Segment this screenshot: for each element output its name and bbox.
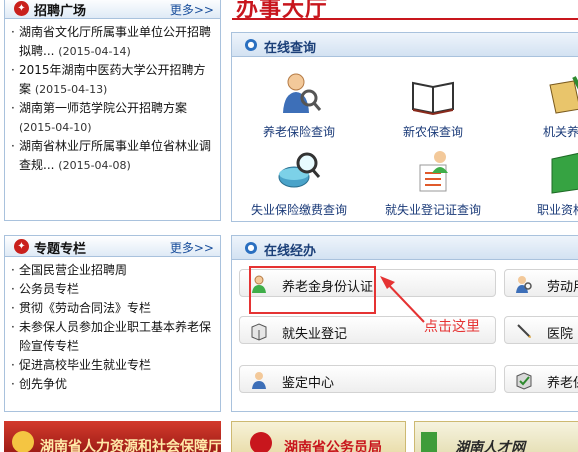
hrss-banner-text: 湖南省人力资源和社会保障厅 <box>40 439 221 452</box>
hrss-banner[interactable]: 湖南省人力资源和社会保障厅 <box>4 421 221 452</box>
civil-service-banner-text: 湖南省公务员局 <box>284 440 382 452</box>
pen-icon <box>514 321 534 341</box>
person-search-icon <box>514 274 534 294</box>
unemployment-fee-query-item[interactable]: 失业保险缴费查询 <box>234 149 364 218</box>
pension-service-button[interactable]: 养老保 <box>504 365 578 393</box>
special-header: ✦ 专题专栏 更多>> <box>5 236 220 257</box>
hospital-label: 医院 <box>547 327 574 342</box>
unemployment-fee-query-label: 失业保险缴费查询 <box>250 203 347 217</box>
online-query-header: ● 在线查询 <box>232 33 578 57</box>
recruit-box: ✦ 招聘广场 更多>> 湖南省文化厅所属事业单位公开招聘拟聘... (2015-… <box>4 0 221 221</box>
employment-registration-label: 就失业登记 <box>282 327 348 342</box>
recruit-header: ✦ 招聘广场 更多>> <box>5 0 220 19</box>
special-more-link[interactable]: 更多>> <box>170 239 214 256</box>
recruit-item[interactable]: 湖南省文化厅所属事业单位公开招聘拟聘... (2015-04-14) <box>11 23 216 61</box>
person-badge-icon <box>249 370 269 390</box>
pension-query-label: 养老保险查询 <box>262 125 335 139</box>
recruit-more-link[interactable]: 更多>> <box>170 1 214 18</box>
special-item[interactable]: 全国民营企业招聘周 <box>11 261 216 280</box>
arrow-icon <box>380 276 425 323</box>
labor-label: 劳动用 <box>547 280 578 295</box>
pension-service-label: 养老保 <box>547 376 578 391</box>
recruit-item[interactable]: 湖南第一师范学院公开招聘方案 (2015-04-10) <box>11 99 216 137</box>
recruit-title: 招聘广场 <box>34 4 87 19</box>
rural-pension-query-label: 新农保查询 <box>402 125 463 139</box>
qualification-query-item[interactable]: 职业资格证 <box>502 149 578 218</box>
online-service-header-icon: ● <box>245 242 257 254</box>
header-divider <box>232 18 578 20</box>
recruit-list: 湖南省文化厅所属事业单位公开招聘拟聘... (2015-04-14) 2015年… <box>5 19 220 175</box>
qualification-query-label: 职业资格证 <box>536 203 578 217</box>
special-box: ✦ 专题专栏 更多>> 全国民营企业招聘周 公务员专栏 贯彻《劳动合同法》专栏 … <box>4 235 221 412</box>
national-emblem-icon <box>12 431 34 452</box>
online-service-header: ● 在线经办 <box>232 236 578 260</box>
person-magnifier-icon <box>276 71 322 117</box>
talent-banner[interactable]: 湖南人才网 <box>414 421 578 452</box>
labor-button[interactable]: 劳动用 <box>504 269 578 297</box>
click-here-note: 点击这里 <box>424 319 480 335</box>
page: ✦ 招聘广场 更多>> 湖南省文化厅所属事业单位公开招聘拟聘... (2015-… <box>0 0 578 452</box>
green-book-icon <box>544 149 578 195</box>
special-item[interactable]: 促进高校毕业生就业专栏 <box>11 356 216 375</box>
appraisal-center-label: 鉴定中心 <box>282 376 335 391</box>
online-query-header-icon: ● <box>245 39 257 51</box>
emblem-icon <box>250 432 272 452</box>
pension-query-item[interactable]: 养老保险查询 <box>234 71 364 140</box>
civil-service-banner[interactable]: 湖南省公务员局 <box>231 421 406 452</box>
gov-pension-query-item[interactable]: 机关养老 <box>502 71 578 140</box>
talent-logo-icon <box>421 432 437 452</box>
recruit-item[interactable]: 湖南省林业厅所属事业单位省林业调查规... (2015-04-08) <box>11 137 216 175</box>
world-magnifier-icon <box>276 149 322 195</box>
special-header-icon: ✦ <box>14 239 29 254</box>
box-icon <box>249 321 269 341</box>
highlight-box <box>249 266 376 314</box>
person-checklist-icon <box>410 149 456 195</box>
recruit-header-icon: ✦ <box>14 1 29 16</box>
special-item[interactable]: 未参保人员参加企业职工基本养老保险宣传专栏 <box>11 318 216 356</box>
hospital-button[interactable]: 医院 <box>504 316 578 344</box>
special-item[interactable]: 创先争优 <box>11 375 216 394</box>
special-item[interactable]: 贯彻《劳动合同法》专栏 <box>11 299 216 318</box>
online-service-title: 在线经办 <box>264 244 317 259</box>
talent-banner-text: 湖南人才网 <box>455 440 525 452</box>
special-list: 全国民营企业招聘周 公务员专栏 贯彻《劳动合同法》专栏 未参保人员参加企业职工基… <box>5 257 220 394</box>
open-book-icon <box>410 71 456 117</box>
gov-pension-query-label: 机关养老 <box>542 125 578 139</box>
rural-pension-query-item[interactable]: 新农保查询 <box>368 71 498 140</box>
recruit-item[interactable]: 2015年湖南中医药大学公开招聘方案 (2015-04-13) <box>11 61 216 99</box>
special-title: 专题专栏 <box>34 242 87 257</box>
box-check-icon <box>514 370 534 390</box>
employment-cert-query-item[interactable]: 就失业登记证查询 <box>368 149 498 218</box>
appraisal-center-button[interactable]: 鉴定中心 <box>239 365 496 393</box>
employment-cert-query-label: 就失业登记证查询 <box>384 203 481 217</box>
online-query-panel: ● 在线查询 养老保险查询 新农保查询 机关养 失业保险缴费查询 就失业登记证查… <box>231 32 578 222</box>
online-query-title: 在线查询 <box>264 41 317 56</box>
special-item[interactable]: 公务员专栏 <box>11 280 216 299</box>
pen-book-icon <box>544 71 578 117</box>
